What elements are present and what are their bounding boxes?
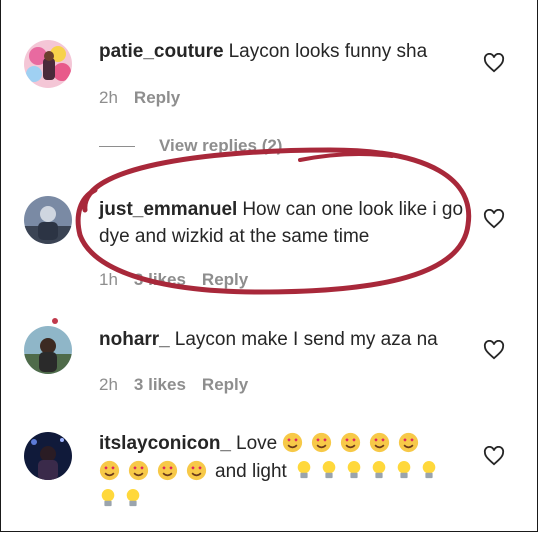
heart-icon[interactable] xyxy=(483,340,505,360)
heart-eyes-emoji-icon xyxy=(312,432,332,453)
lightbulb-emoji-icon xyxy=(422,461,436,479)
reply-button[interactable]: Reply xyxy=(202,375,248,394)
likes-count[interactable]: 3 likes xyxy=(134,375,186,394)
comment-time: 2h xyxy=(99,375,118,394)
comment-body-continued: and light xyxy=(215,461,287,482)
comment-meta: 2h 3 likes Reply xyxy=(99,375,264,395)
heart-eyes-emoji-icon xyxy=(186,460,207,481)
comment-body: Laycon make I send my aza na xyxy=(174,329,438,350)
lightbulb-emoji-icon xyxy=(297,461,311,479)
lightbulb-emoji-icon xyxy=(101,489,115,507)
comment-username[interactable]: itslayconicon_ xyxy=(99,433,231,454)
new-indicator-dot xyxy=(52,318,58,324)
heart-eyes-emoji-icon xyxy=(157,460,178,481)
heart-eyes-emoji-icon xyxy=(128,460,149,481)
heart-eyes-emoji-icon xyxy=(399,432,419,453)
comment-text: noharr_ Laycon make I send my aza na xyxy=(99,326,469,353)
lightbulb-emoji-icon xyxy=(126,489,140,507)
heart-eyes-emoji-icon xyxy=(99,460,120,481)
avatar[interactable] xyxy=(24,432,72,480)
lightbulb-emoji-icon xyxy=(322,461,336,479)
lightbulb-emoji-icon xyxy=(347,461,361,479)
comment-body: Love xyxy=(236,433,278,454)
lightbulb-emoji-icon xyxy=(372,461,386,479)
heart-eyes-emoji-icon xyxy=(341,432,361,453)
avatar[interactable] xyxy=(24,326,72,374)
lightbulb-emoji-icon xyxy=(397,461,411,479)
heart-eyes-emoji-icon xyxy=(370,432,390,453)
comment-username[interactable]: noharr_ xyxy=(99,329,170,350)
heart-icon[interactable] xyxy=(483,446,505,466)
heart-eyes-emoji-icon xyxy=(283,432,303,453)
comment-text: itslayconicon_ Love and light xyxy=(99,430,471,514)
